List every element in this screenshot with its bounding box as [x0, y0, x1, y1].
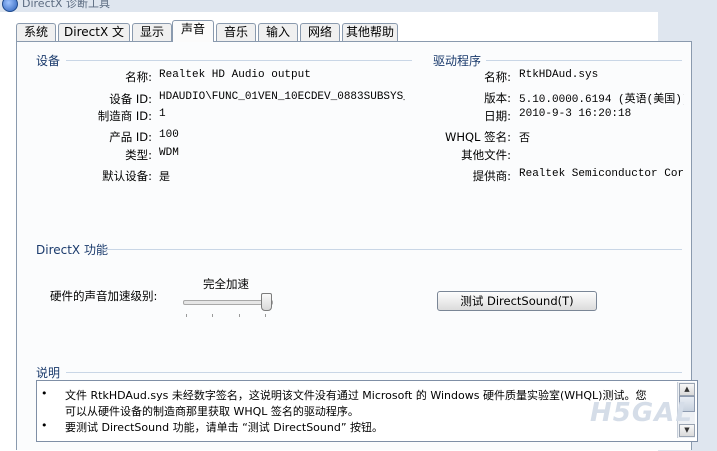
note-text-continued: 可以从硬件设备的制造商那里获取 WHQL 签名的驱动程序。: [65, 405, 359, 418]
driver-group-separator: [486, 60, 682, 61]
manufacturer-id-value: 1: [159, 108, 166, 120]
driver-group-title: 驱动程序: [433, 54, 482, 68]
product-id-label: 产品 ID:: [109, 130, 152, 144]
tab-system[interactable]: 系统: [16, 23, 56, 41]
driver-version-label: 版本:: [484, 91, 511, 105]
device-group-title: 设备: [36, 54, 61, 68]
device-name-label: 名称:: [125, 70, 152, 84]
tab-input[interactable]: 输入: [258, 23, 298, 41]
note-text: 文件 RtkHDAud.sys 未经数字签名，这说明该文件没有通过 Micros…: [65, 389, 647, 402]
tab-display[interactable]: 显示: [132, 23, 172, 41]
tab-network[interactable]: 网络: [300, 23, 340, 41]
watermark-logo: H5GAL: [590, 398, 693, 428]
whql-signed-value: 否: [519, 131, 530, 144]
driver-name-value: RtkHDAud.sys: [519, 69, 599, 81]
tab-music[interactable]: 音乐: [216, 23, 256, 41]
device-group-separator: [66, 60, 412, 61]
driver-date-value: 2010-9-3 16:20:18: [519, 108, 632, 120]
sound-accel-value: 完全加速: [203, 277, 249, 291]
tab-sound[interactable]: 声音: [172, 20, 214, 42]
note-bullet: •: [41, 419, 48, 432]
default-device-value: 是: [159, 170, 170, 183]
provider-label: 提供商:: [472, 169, 511, 183]
sound-accel-slider-track: [183, 300, 273, 305]
note-text: 要测试 DirectSound 功能，请单击 “测试 DirectSound” …: [65, 421, 384, 434]
tab-more-help[interactable]: 其他帮助: [342, 23, 398, 41]
driver-name-label: 名称:: [484, 70, 511, 84]
device-id-label: 设备 ID:: [109, 92, 152, 106]
tab-directx-files[interactable]: DirectX 文件: [58, 23, 130, 56]
whql-signed-label: WHQL 签名:: [444, 130, 511, 144]
directx-features-separator: [102, 249, 682, 250]
notes-title: 说明: [36, 366, 61, 380]
default-device-label: 默认设备:: [102, 169, 152, 183]
other-files-label: 其他文件:: [461, 148, 511, 162]
driver-date-label: 日期:: [484, 109, 511, 123]
product-id-value: 100: [159, 129, 179, 141]
slider-tick: [265, 314, 266, 317]
manufacturer-id-label: 制造商 ID:: [97, 109, 152, 123]
note-bullet: •: [41, 387, 48, 400]
slider-tick: [186, 314, 187, 317]
slider-tick: [239, 314, 240, 317]
slider-tick: [212, 314, 213, 317]
test-directsound-button[interactable]: 测试 DirectSound(T): [437, 291, 597, 311]
directx-app-icon: [2, 0, 18, 12]
driver-version-value: 5.10.0000.6194 (英语(美国)): [519, 94, 684, 106]
device-name-value: Realtek HD Audio output: [159, 69, 311, 81]
sound-accel-label: 硬件的声音加速级别:: [50, 289, 158, 303]
sound-accel-slider-thumb[interactable]: [261, 293, 272, 311]
directx-features-title: DirectX 功能: [36, 243, 108, 257]
scroll-up-arrow-icon[interactable]: ▲: [679, 383, 695, 396]
device-id-value: HDAUDIO\FUNC_01VEN_10ECDEV_0883SUBSYS_14…: [159, 91, 405, 103]
window-title: DirectX 诊断工具: [22, 0, 110, 10]
device-type-value: WDM: [159, 147, 179, 159]
notes-separator: [66, 372, 682, 373]
provider-value: Realtek Semiconductor Corp.: [519, 168, 684, 180]
device-type-label: 类型:: [125, 148, 152, 162]
window-titlebar: DirectX 诊断工具: [0, 0, 717, 12]
